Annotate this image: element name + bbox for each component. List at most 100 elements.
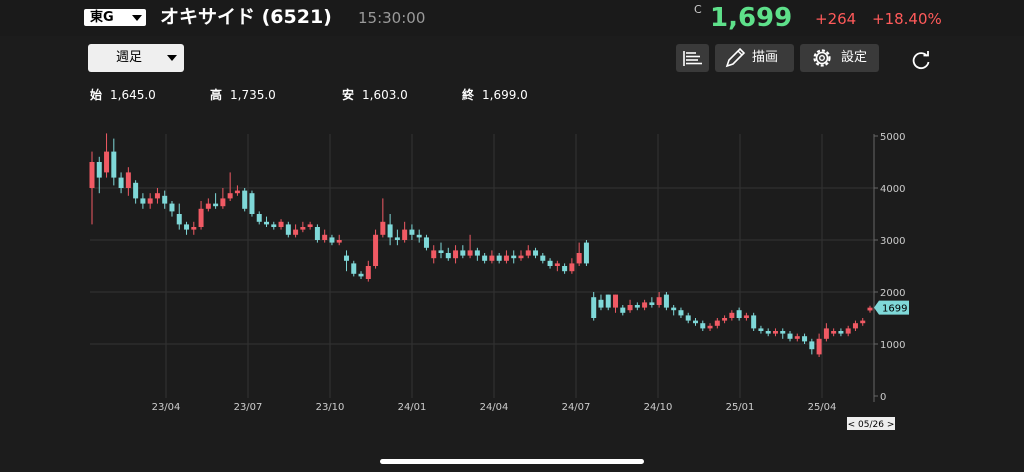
candle-body [162,195,168,204]
candle-body [576,253,582,264]
candle-body [365,266,371,279]
candle-body [460,250,466,256]
candle-body [729,312,735,318]
candle-body [525,250,531,256]
x-tick-label: 23/10 [316,402,345,413]
candle-body [373,234,379,266]
candle-body [663,294,669,308]
candle-body [656,297,662,305]
x-tick-label: 24/07 [562,402,591,413]
candle-body [809,341,815,350]
candle-body [845,328,851,334]
candle-body [380,221,386,235]
candle-body [540,255,546,261]
candle-body [431,250,437,259]
candle-body [591,297,597,318]
candle-body [111,151,117,178]
candle-body [489,255,495,261]
candle-body [271,224,277,227]
x-tick-label: 25/01 [726,402,755,413]
candle-body [780,331,786,334]
candle-body [620,307,626,313]
candle-body [554,263,560,266]
candle-body [96,162,102,178]
candle-body [264,221,270,225]
candle-body [314,227,320,240]
candle-body [722,318,728,321]
x-tick-label: 24/04 [480,402,509,413]
candle-body [533,250,539,256]
candle-body [867,307,873,311]
home-indicator [380,459,644,464]
y-tick-label: 3000 [880,236,905,247]
candle-body [474,250,480,256]
candle-body [220,198,226,207]
candle-body [831,331,837,334]
y-tick-label: 5000 [880,132,905,143]
candle-body [176,214,182,225]
candle-body [329,237,335,243]
candle-body [511,255,517,259]
candle-body [169,203,175,212]
x-tick-label: 24/01 [398,402,427,413]
candle-body [649,302,655,305]
candle-body [205,203,211,209]
candle-body [140,198,146,204]
current-price-label: 1699 [882,304,907,315]
candle-body [496,255,502,261]
y-tick-label: 1000 [880,340,905,351]
candle-body [482,255,488,261]
candle-body [358,273,364,277]
candle-body [678,310,684,316]
candle-body [154,193,160,199]
candle-body [503,255,509,261]
date-badge-label: < 05/26 > [848,420,895,430]
candle-body [562,266,568,272]
candle-body [613,294,619,308]
candle-body [852,323,858,329]
candle-body [671,307,677,311]
candle-body [453,250,459,259]
candle-body [467,250,473,256]
candle-body [700,323,706,329]
candle-body [794,336,800,339]
candle-body [547,260,553,266]
candle-body [133,182,139,199]
candle-body [118,177,124,188]
candle-body [772,331,778,334]
candle-body [300,227,306,230]
y-tick-label: 2000 [880,288,905,299]
y-tick-label: 0 [880,392,886,403]
candle-body [198,208,204,227]
candlestick-chart[interactable]: 5000 4000 3000 2000 1000 0 23/04 23/07 23/10 24/0… [0,0,1024,472]
candle-body [445,253,451,259]
candle-body [685,315,691,321]
candle-body [714,320,720,326]
x-tick-label: 23/07 [234,402,263,413]
candle-body [191,227,197,230]
candle-body [89,162,95,188]
candle-body [416,234,422,238]
candle-body [802,336,808,342]
candle-body [707,325,713,329]
y-tick-label: 4000 [880,184,905,195]
candle-body [438,250,444,253]
candle-body [751,315,757,329]
candle-body [343,255,349,261]
candle-body [642,302,648,308]
candle-body [256,214,262,222]
candle-body [816,338,822,355]
candle-body [605,294,611,308]
candle-body [184,224,190,230]
candle-body [147,198,153,204]
candle-body [213,203,219,207]
candle-body [518,255,524,259]
candle-body [838,331,844,334]
candle-body [336,240,342,243]
candle-body [402,229,408,240]
candle-body [692,320,698,324]
x-tick-label: 25/04 [808,402,837,413]
candle-body [234,190,240,194]
candle-body [787,333,793,339]
candle-body [125,172,131,188]
